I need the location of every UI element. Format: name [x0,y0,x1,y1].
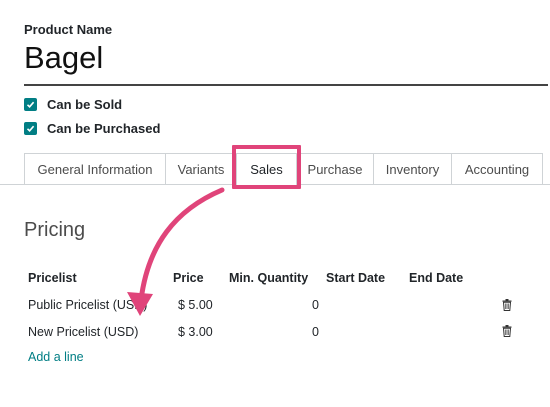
tab-purchase[interactable]: Purchase [296,153,374,184]
add-line-link[interactable]: Add a line [28,350,84,364]
product-name-field[interactable]: Bagel [24,40,548,86]
tab-accounting[interactable]: Accounting [451,153,543,184]
can-be-purchased-row[interactable]: Can be Purchased [24,120,160,136]
tab-inventory[interactable]: Inventory [373,153,452,184]
pricing-title: Pricing [24,219,86,241]
row-min-quantity: 0 [312,325,319,339]
product-name-value: Bagel [24,40,104,75]
check-icon [26,101,35,108]
tab-variants[interactable]: Variants [165,153,237,184]
tab-general-information[interactable]: General Information [24,153,166,184]
can-be-purchased-checkbox[interactable] [24,121,37,135]
column-header-min-quantity: Min. Quantity [229,271,309,285]
check-icon [26,125,35,132]
tab-sales[interactable]: Sales [236,153,297,185]
row-pricelist: Public Pricelist (USD) [28,298,148,312]
row-price: $ 5.00 [178,298,213,312]
product-name-label: Product Name [24,22,113,37]
trash-icon[interactable] [502,299,512,311]
column-header-end-date: End Date [409,271,464,285]
column-header-start-date: Start Date [326,271,386,285]
column-header-pricelist: Pricelist [28,271,77,285]
row-pricelist: New Pricelist (USD) [28,325,139,339]
column-header-price: Price [173,271,204,285]
can-be-sold-checkbox[interactable] [24,97,37,111]
can-be-sold-label: Can be Sold [47,96,123,112]
row-min-quantity: 0 [312,298,319,312]
row-price: $ 3.00 [178,325,213,339]
can-be-purchased-label: Can be Purchased [47,120,161,136]
can-be-sold-row[interactable]: Can be Sold [24,96,122,112]
trash-icon[interactable] [502,325,512,337]
